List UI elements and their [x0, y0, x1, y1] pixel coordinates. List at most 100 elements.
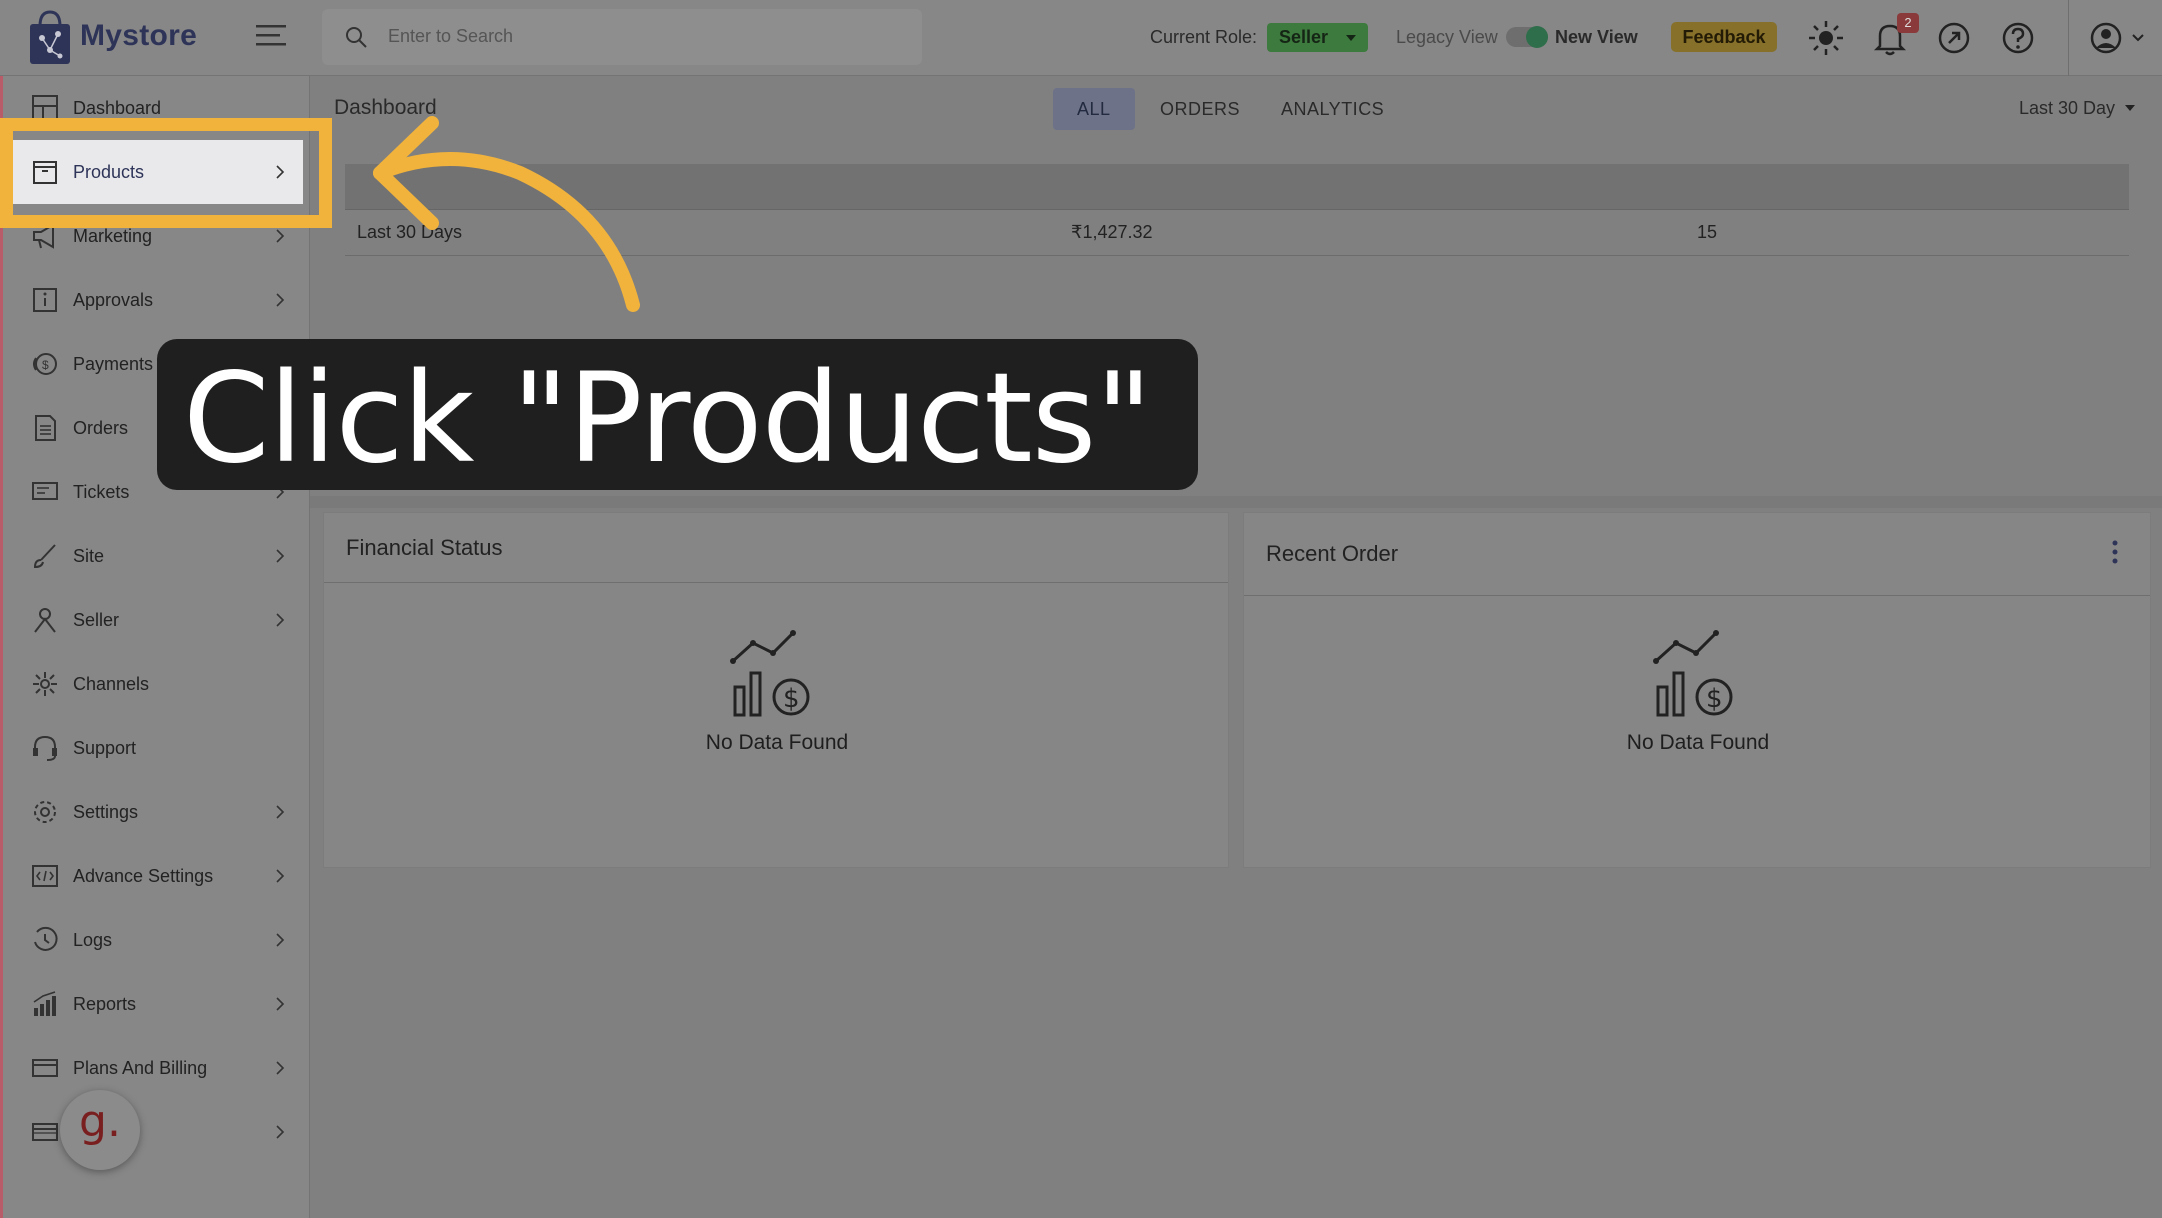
brush-icon	[33, 544, 56, 569]
role-label: Current Role:	[1150, 27, 1258, 47]
brand-logo[interactable]: Mystore	[28, 6, 197, 66]
sidebar-item-plans-and-billing[interactable]: Plans And Billing	[3, 1036, 303, 1100]
new-view-label: New View	[1555, 27, 1638, 47]
sidebar-item-seller[interactable]: Seller	[3, 588, 303, 652]
chevron-right-icon	[276, 933, 285, 947]
gear-icon	[34, 801, 56, 823]
chevron-right-icon	[276, 549, 285, 563]
pointer-arrow-icon	[373, 116, 640, 312]
caret-down-icon	[2125, 105, 2136, 111]
date-range-select[interactable]: Last 30 Day	[2019, 98, 2136, 119]
headset-icon	[33, 735, 57, 761]
tab-orders[interactable]: ORDERS	[1136, 88, 1264, 130]
channels-icon	[33, 672, 57, 696]
panels-divider	[310, 496, 2162, 508]
recent-order-card: Recent Order $ No Data Found	[1243, 512, 2151, 868]
view-toggle[interactable]	[1506, 26, 1548, 48]
sidebar-item-support[interactable]: Support	[3, 716, 303, 780]
tickets-icon	[32, 482, 58, 500]
sidebar: Dashboard Products Marketing Approvals $…	[0, 76, 310, 1218]
sidebar-label: Site	[73, 545, 105, 566]
role-value: Seller	[1279, 27, 1329, 47]
logs-icon	[34, 926, 58, 951]
tab-all[interactable]: ALL	[1053, 88, 1135, 130]
date-range-value: Last 30 Day	[2019, 98, 2116, 118]
no-data-chart-icon: $	[1653, 630, 1733, 717]
svg-text:$: $	[42, 358, 49, 372]
chevron-right-icon	[276, 869, 285, 883]
chevron-right-icon	[276, 805, 285, 819]
search-input[interactable]: Enter to Search	[388, 26, 513, 47]
sidebar-item-settings[interactable]: Settings	[3, 780, 303, 844]
sidebar-label: Settings	[73, 801, 139, 822]
card-title: Recent Order	[1266, 541, 1399, 566]
user-avatar-icon[interactable]	[2088, 18, 2148, 58]
seller-icon	[34, 608, 56, 633]
sidebar-label: Logs	[73, 929, 113, 950]
card-divider	[324, 582, 1228, 583]
summary-amount: ₹1,427.32	[1071, 222, 1153, 242]
tab-analytics[interactable]: ANALYTICS	[1257, 88, 1408, 130]
financial-status-card: Financial Status $ No Data Found	[323, 512, 1229, 868]
sidebar-label: Advance Settings	[73, 865, 214, 886]
chevron-right-icon	[276, 229, 285, 243]
svg-text:$: $	[1706, 684, 1723, 714]
header-divider	[2068, 0, 2069, 76]
approvals-icon	[33, 288, 57, 312]
more-options-icon[interactable]	[2112, 540, 2118, 564]
instruction-callout: Click "Products"	[157, 339, 1198, 491]
chevron-right-icon	[276, 293, 285, 307]
orders-icon	[35, 415, 56, 441]
card-title: Financial Status	[346, 535, 503, 560]
menu-toggle-icon[interactable]	[256, 24, 286, 46]
summary-count: 15	[1697, 222, 1718, 242]
sidebar-item-advance-settings[interactable]: Advance Settings	[3, 844, 303, 908]
role-select[interactable]: Seller	[1267, 23, 1369, 52]
brand-name: Mystore	[80, 19, 198, 52]
assistant-bubble[interactable]: g.	[60, 1090, 140, 1170]
code-icon	[32, 865, 58, 887]
sidebar-label: Payments	[73, 353, 154, 374]
search-bar[interactable]: Enter to Search	[322, 9, 922, 65]
search-icon	[346, 27, 367, 48]
chevron-right-icon	[276, 1125, 285, 1139]
sidebar-label: Support	[73, 737, 137, 758]
sidebar-label: Orders	[73, 417, 129, 438]
instruction-text: Click "Products"	[183, 347, 1152, 491]
sidebar-item-logs[interactable]: Logs	[3, 908, 303, 972]
sidebar-label: Dashboard	[73, 97, 162, 118]
sidebar-label: Reports	[73, 993, 137, 1014]
sidebar-label: Tickets	[73, 481, 130, 502]
highlight-box	[0, 118, 332, 228]
card-icon	[32, 1123, 58, 1141]
svg-text:$: $	[783, 684, 800, 714]
empty-state-text: No Data Found	[705, 731, 849, 754]
external-link-icon[interactable]	[1934, 18, 1974, 58]
sidebar-label: Marketing	[73, 225, 153, 246]
top-header: Mystore Enter to Search Current Role: Se…	[0, 0, 2162, 76]
help-icon[interactable]	[1998, 18, 2038, 58]
notification-badge: 2	[1897, 13, 1919, 33]
toggle-knob	[1526, 26, 1548, 48]
sidebar-item-card[interactable]	[3, 1100, 303, 1164]
sidebar-label: Seller	[73, 609, 120, 630]
chevron-right-icon	[276, 1061, 285, 1075]
billing-icon	[32, 1059, 58, 1077]
sidebar-item-channels[interactable]: Channels	[3, 652, 303, 716]
sun-icon[interactable]	[1806, 18, 1846, 58]
sidebar-item-site[interactable]: Site	[3, 524, 303, 588]
caret-down-icon	[1346, 35, 1357, 41]
card-divider	[1244, 595, 2150, 596]
store-bag-icon	[30, 10, 70, 64]
assistant-logo: g.	[79, 1096, 121, 1147]
empty-state-text: No Data Found	[1626, 731, 1770, 754]
sidebar-item-reports[interactable]: Reports	[3, 972, 303, 1036]
chevron-right-icon	[276, 997, 285, 1011]
reports-icon	[33, 991, 56, 1016]
sidebar-label: Channels	[73, 673, 150, 694]
feedback-button[interactable]: Feedback	[1671, 22, 1777, 52]
legacy-view-label: Legacy View	[1396, 27, 1498, 47]
no-data-chart-icon: $	[730, 630, 810, 717]
sidebar-item-approvals[interactable]: Approvals	[3, 268, 303, 332]
chevron-right-icon	[276, 613, 285, 627]
